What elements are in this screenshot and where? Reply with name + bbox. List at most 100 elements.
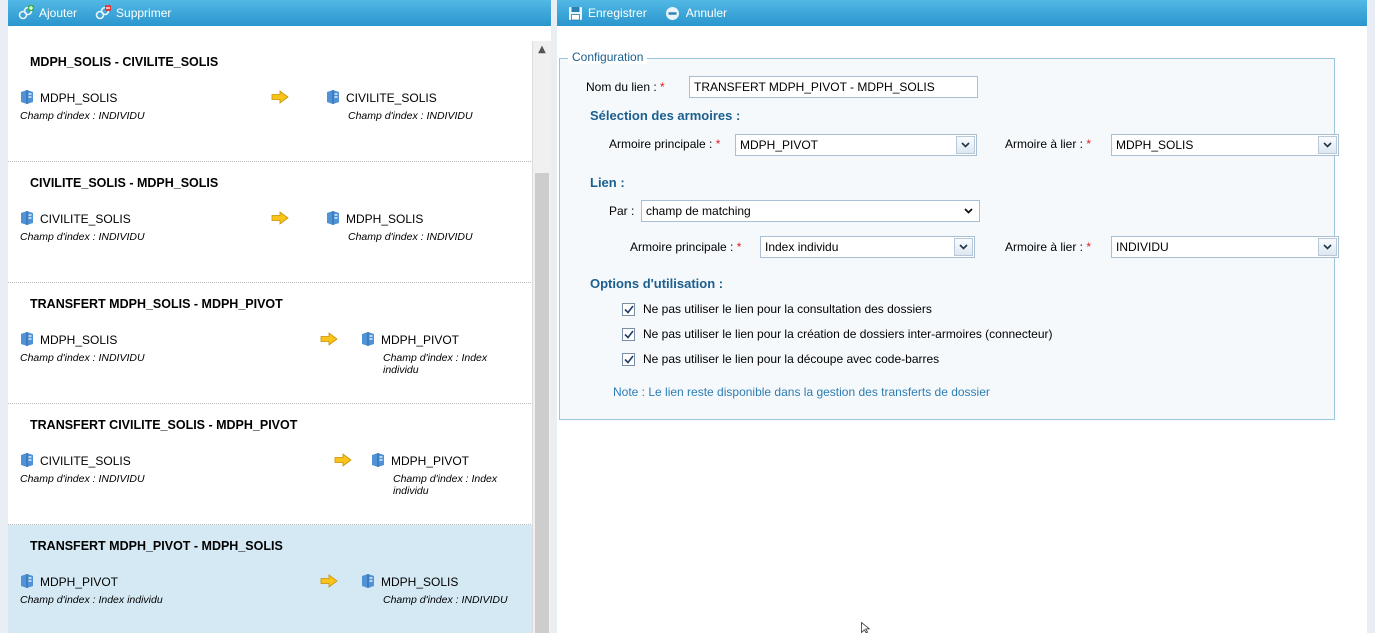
main-field-select[interactable]: Index individu: [760, 236, 975, 258]
scroll-thumb[interactable]: [535, 173, 549, 633]
option-label: Ne pas utiliser le lien pour la création…: [643, 327, 1053, 341]
links-toolbar: Ajouter Supprimer: [8, 0, 551, 26]
scroll-up-icon[interactable]: ▲: [533, 41, 551, 58]
link-cabinet-label-text: Armoire à lier :: [1005, 137, 1084, 151]
chevron-down-icon[interactable]: [1318, 238, 1337, 256]
link-source: CIVILITE_SOLIS Champ d'index : INDIVIDU: [20, 452, 200, 485]
by-select[interactable]: champ de matching: [641, 200, 980, 222]
link-name-label-text: Nom du lien :: [586, 80, 657, 94]
link-cabinet-select[interactable]: MDPH_SOLIS: [1111, 134, 1339, 156]
target-index: Champ d'index : INDIVIDU: [383, 594, 508, 606]
chevron-down-icon[interactable]: [959, 202, 978, 220]
target-index: Champ d'index : Index individu: [393, 473, 498, 498]
link-source: MDPH_PIVOT Champ d'index : Index individu: [20, 573, 200, 606]
arrow-right-icon: [334, 453, 352, 470]
link-target: MDPH_SOLIS Champ d'index : INDIVIDU: [326, 210, 528, 243]
source-name: CIVILITE_SOLIS: [40, 212, 131, 226]
save-button[interactable]: Enregistrer: [567, 5, 647, 21]
option-label: Ne pas utiliser le lien pour la découpe …: [643, 352, 940, 366]
main-field-value: Index individu: [765, 240, 839, 254]
target-name: MDPH_SOLIS: [346, 212, 424, 226]
add-button[interactable]: Ajouter: [18, 5, 77, 21]
source-index: Champ d'index : Index individu: [20, 594, 163, 606]
chevron-down-icon[interactable]: [956, 136, 975, 154]
cabinet-icon: [326, 210, 340, 228]
required-marker: *: [1086, 137, 1092, 151]
scroll-track[interactable]: [533, 58, 551, 633]
cabinet-icon: [20, 573, 34, 591]
link-source: CIVILITE_SOLIS Champ d'index : INDIVIDU: [20, 210, 200, 243]
cabinet-icon: [20, 210, 34, 228]
checkbox-checked-icon[interactable]: [622, 302, 635, 316]
checkbox-checked-icon[interactable]: [622, 352, 635, 366]
chevron-down-icon[interactable]: [954, 238, 973, 256]
delete-button[interactable]: Supprimer: [95, 5, 171, 21]
add-label: Ajouter: [39, 6, 78, 20]
link-field-value: INDIVIDU: [1116, 240, 1169, 254]
by-value: champ de matching: [646, 204, 751, 218]
link-target: CIVILITE_SOLIS Champ d'index : INDIVIDU: [326, 89, 528, 122]
link-field-label: Armoire à lier : *: [1005, 240, 1091, 254]
required-marker: *: [715, 137, 721, 151]
links-list: MDPH_SOLIS - CIVILITE_SOLIS MDPH_SOLIS Cha…: [8, 41, 533, 633]
arrow-right-icon: [320, 574, 338, 591]
cabinet-icon: [20, 89, 34, 107]
link-name-input[interactable]: TRANSFERT MDPH_PIVOT - MDPH_SOLIS: [689, 76, 978, 98]
source-name: MDPH_SOLIS: [40, 333, 118, 347]
link-list-item[interactable]: CIVILITE_SOLIS - MDPH_SOLIS CIVILITE_SOLI…: [8, 162, 533, 283]
main-cabinet-select[interactable]: MDPH_PIVOT: [735, 134, 977, 156]
source-name: MDPH_SOLIS: [40, 91, 118, 105]
cabinet-icon: [361, 331, 375, 349]
configuration-legend: Configuration: [568, 50, 648, 64]
main-cabinet-value: MDPH_PIVOT: [740, 138, 819, 152]
source-index: Champ d'index : INDIVIDU: [20, 352, 145, 364]
main-field-label-text: Armoire principale :: [630, 240, 734, 254]
arrow-right-icon: [271, 211, 289, 228]
arrow-right-icon: [320, 332, 338, 349]
link-cabinet-label: Armoire à lier : *: [1005, 137, 1091, 151]
cabinet-icon: [326, 89, 340, 107]
target-name: MDPH_PIVOT: [381, 333, 460, 347]
link-title: TRANSFERT MDPH_SOLIS - MDPH_PIVOT: [30, 297, 283, 311]
target-name: MDPH_PIVOT: [391, 454, 470, 468]
mouse-cursor-icon: [861, 621, 872, 633]
option-consultation[interactable]: Ne pas utiliser le lien pour la consulta…: [622, 302, 932, 316]
link-field-select[interactable]: INDIVIDU: [1111, 236, 1339, 258]
target-name: CIVILITE_SOLIS: [346, 91, 437, 105]
link-title: MDPH_SOLIS - CIVILITE_SOLIS: [30, 55, 219, 69]
target-index: Champ d'index : INDIVIDU: [348, 231, 473, 243]
main-cabinet-label: Armoire principale : *: [609, 137, 720, 151]
target-name: MDPH_SOLIS: [381, 575, 459, 589]
links-panel: Ajouter Supprimer MDPH_SOLIS - CIVILITE_…: [8, 0, 551, 633]
link-cabinet-value: MDPH_SOLIS: [1116, 138, 1194, 152]
by-label: Par :: [609, 204, 635, 218]
cancel-icon: [665, 5, 681, 21]
link-list-item[interactable]: MDPH_SOLIS - CIVILITE_SOLIS MDPH_SOLIS Cha…: [8, 41, 533, 162]
link-title: CIVILITE_SOLIS - MDPH_SOLIS: [30, 176, 219, 190]
link-target: MDPH_SOLIS Champ d'index : INDIVIDU: [361, 573, 528, 606]
cabinet-icon: [361, 573, 375, 591]
link-title: TRANSFERT MDPH_PIVOT - MDPH_SOLIS: [30, 539, 283, 553]
target-index: Champ d'index : Index individu: [383, 352, 488, 377]
source-index: Champ d'index : INDIVIDU: [20, 110, 145, 122]
link-section-title: Lien :: [590, 175, 625, 190]
link-source: MDPH_SOLIS Champ d'index : INDIVIDU: [20, 89, 200, 122]
option-label: Ne pas utiliser le lien pour la consulta…: [643, 302, 932, 316]
link-list-item[interactable]: TRANSFERT MDPH_SOLIS - MDPH_PIVOT MDPH_SO…: [8, 283, 533, 404]
delete-link-icon: [95, 5, 112, 21]
required-marker: *: [660, 80, 665, 94]
link-list-item[interactable]: TRANSFERT MDPH_PIVOT - MDPH_SOLIS MDPH_PI…: [8, 525, 533, 633]
link-name-label: Nom du lien : *: [586, 80, 665, 94]
option-creation[interactable]: Ne pas utiliser le lien pour la création…: [622, 327, 1053, 341]
link-list-item[interactable]: TRANSFERT CIVILITE_SOLIS - MDPH_PIVOT CIV…: [8, 404, 533, 525]
save-icon: [567, 5, 583, 21]
checkbox-checked-icon[interactable]: [622, 327, 635, 341]
link-target: MDPH_PIVOT Champ d'index : Index individu: [371, 452, 528, 497]
option-barcode[interactable]: Ne pas utiliser le lien pour la découpe …: [622, 352, 939, 366]
options-section-title: Options d'utilisation :: [590, 276, 724, 291]
chevron-down-icon[interactable]: [1318, 136, 1337, 154]
link-source: MDPH_SOLIS Champ d'index : INDIVIDU: [20, 331, 200, 364]
link-field-label-text: Armoire à lier :: [1005, 240, 1084, 254]
cancel-button[interactable]: Annuler: [665, 5, 727, 21]
links-scrollbar[interactable]: ▲: [532, 41, 551, 633]
